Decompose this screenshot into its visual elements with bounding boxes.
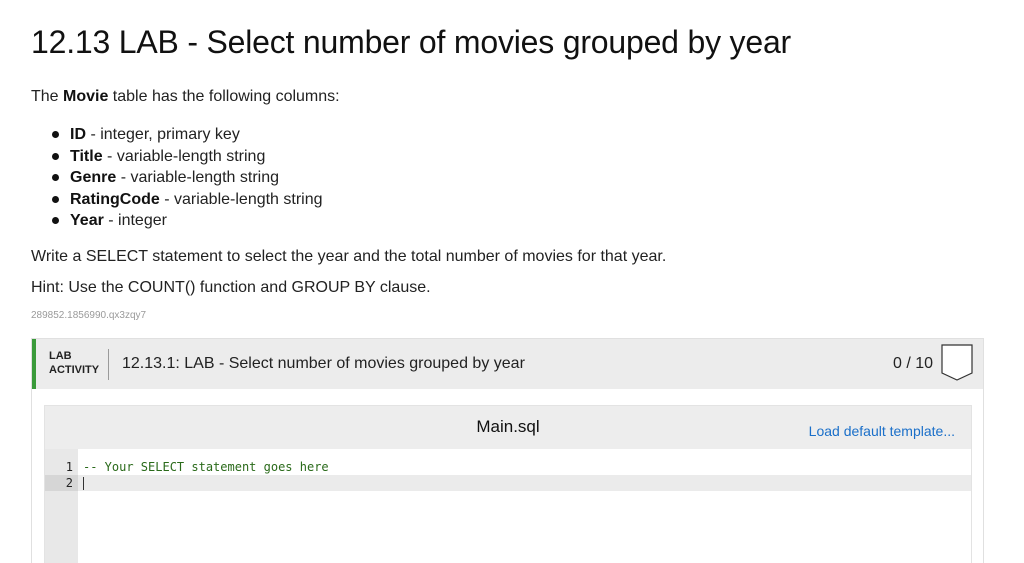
code-input-area[interactable]: -- Your SELECT statement goes here bbox=[78, 449, 971, 563]
column-item-id: ID - integer, primary key bbox=[52, 124, 323, 146]
lab-activity-card: LAB ACTIVITY 12.13.1: LAB - Select numbe… bbox=[31, 338, 984, 563]
hint-text: Hint: Use the COUNT() function and GROUP… bbox=[31, 279, 431, 296]
column-desc: - integer, primary key bbox=[86, 126, 240, 143]
intro-suffix: table has the following columns: bbox=[108, 88, 340, 105]
column-list: ID - integer, primary key Title - variab… bbox=[52, 124, 323, 232]
intro-table-name: Movie bbox=[63, 88, 109, 105]
code-line[interactable]: -- Your SELECT statement goes here bbox=[78, 459, 971, 475]
editor-header: Main.sql Load default template... bbox=[45, 406, 971, 449]
text-cursor bbox=[83, 477, 84, 490]
column-name: Title bbox=[70, 147, 103, 165]
column-desc: - variable-length string bbox=[102, 147, 266, 165]
lab-score: 0 / 10 bbox=[892, 355, 933, 372]
column-name: Year bbox=[70, 212, 104, 229]
column-desc: - variable-length string bbox=[116, 169, 279, 186]
column-item-title: Title - variable-length string bbox=[52, 146, 323, 168]
code-comment: -- Your SELECT statement goes here bbox=[83, 460, 329, 474]
reference-id: 289852.1856990.qx3zqy7 bbox=[31, 310, 147, 321]
badge-line-2: ACTIVITY bbox=[49, 364, 100, 376]
column-name: RatingCode bbox=[70, 190, 160, 208]
line-number: 1 bbox=[65, 460, 73, 474]
column-desc: - integer bbox=[103, 212, 167, 229]
code-editor: Main.sql Load default template... 1 2 --… bbox=[44, 405, 972, 563]
badge-line-1: LAB bbox=[49, 350, 72, 362]
instruction-text: Write a SELECT statement to select the y… bbox=[31, 248, 667, 265]
intro-text: The Movie table has the following column… bbox=[31, 88, 340, 106]
page-title: 12.13 LAB - Select number of movies grou… bbox=[31, 24, 792, 60]
lab-title: 12.13.1: LAB - Select number of movies g… bbox=[122, 355, 525, 372]
column-name: Genre bbox=[70, 169, 117, 186]
column-desc: - variable-length string bbox=[159, 190, 323, 208]
header-divider bbox=[108, 349, 109, 380]
column-item-year: Year - integer bbox=[52, 210, 323, 232]
code-line-active[interactable] bbox=[78, 475, 971, 491]
bookmark-icon[interactable] bbox=[941, 344, 973, 381]
lab-header: LAB ACTIVITY 12.13.1: LAB - Select numbe… bbox=[32, 339, 983, 389]
column-item-ratingcode: RatingCode - variable-length string bbox=[52, 189, 323, 211]
lab-activity-badge: LAB ACTIVITY bbox=[49, 349, 99, 377]
column-name: ID bbox=[70, 126, 86, 143]
column-item-genre: Genre - variable-length string bbox=[52, 167, 323, 189]
intro-prefix: The bbox=[31, 88, 64, 105]
line-number: 2 bbox=[45, 475, 78, 491]
line-number-gutter: 1 2 bbox=[45, 449, 78, 563]
load-default-template-link[interactable]: Load default template... bbox=[809, 423, 955, 439]
